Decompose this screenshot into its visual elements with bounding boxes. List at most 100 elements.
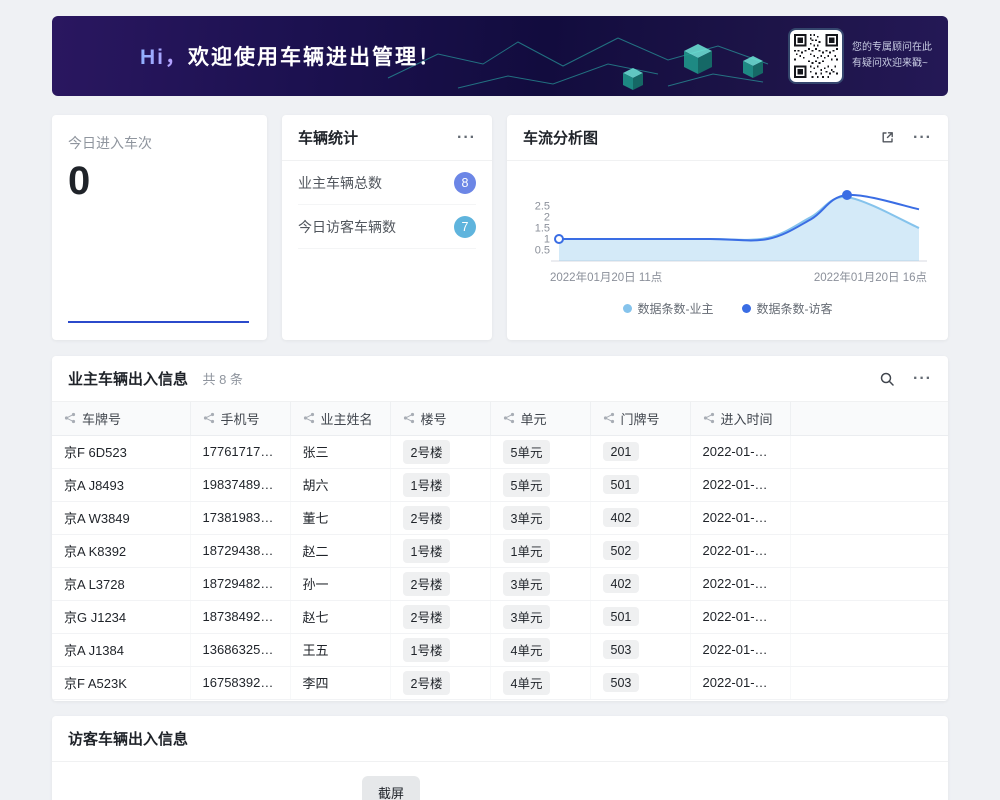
owner-table-count: 共 8 条 [202,372,242,387]
qr-code [790,30,842,82]
column-header-door-number[interactable]: 门牌号 [590,402,690,435]
cell-empty [790,435,948,468]
owner-table-title: 业主车辆出入信息 [68,371,188,388]
tag-value: 5单元 [503,473,551,497]
vehicle-stats-card: 车辆统计 ··· 业主车辆总数8今日访客车辆数7 [282,115,492,340]
svg-text:2022年01月20日 11点: 2022年01月20日 11点 [550,270,662,284]
cell-door-number: 503 [590,666,690,699]
column-label: 门牌号 [621,409,660,428]
tag-value: 4单元 [503,638,551,662]
cell-owner-name: 胡六 [290,468,390,501]
tag-value: 402 [603,508,640,527]
today-entries-title: 今日进入车次 [68,133,251,153]
column-header-unit[interactable]: 单元 [490,402,590,435]
today-underline [68,321,249,323]
cell-owner-name: 张三 [290,435,390,468]
svg-text:2.5: 2.5 [535,201,550,213]
cell-plate-number: 京F A523K [52,666,190,699]
column-header-phone[interactable]: 手机号 [190,402,290,435]
cell-owner-name: 董七 [290,501,390,534]
cell-plate-number: 京A W3849 [52,501,190,534]
cell-phone: 18729482… [190,567,290,600]
column-header-entry-time[interactable]: 进入时间 [690,402,790,435]
table-row: 京A K839218729438…赵二1号楼1单元5022022-01-… [52,534,948,567]
cell-owner-name: 王五 [290,633,390,666]
cell-phone: 16758392… [190,666,290,699]
legend-item[interactable]: 数据条数-访客 [742,300,833,317]
cell-empty [790,567,948,600]
stat-row: 今日访客车辆数7 [298,205,476,249]
tag-value: 3单元 [503,572,551,596]
table-row: 京A J849319837489…胡六 1号楼 5单元 5012022-01-… [52,468,948,501]
more-icon[interactable]: ··· [913,130,932,146]
legend-label: 数据条数-访客 [757,300,833,317]
tag-value: 5单元 [503,440,551,464]
column-label: 业主姓名 [321,409,373,428]
column-header-building[interactable]: 楼号 [390,402,490,435]
stat-count-badge: 8 [454,172,476,194]
cell-phone: 17381983… [190,501,290,534]
cell-door-number: 501 [590,468,690,501]
cell-door-number: 402 [590,567,690,600]
field-type-icon [303,412,315,424]
cell-entry-time: 2022-01-… [690,600,790,633]
cell-building: 2号楼 [390,435,490,468]
legend-dot [623,304,632,313]
more-icon[interactable]: ··· [457,130,476,146]
owner-table-card: 业主车辆出入信息 共 8 条 ··· 车牌号 手机号 业主姓名 楼号 单元 门牌号 进入时间… [52,356,948,701]
column-label: 楼号 [421,409,447,428]
svg-text:1: 1 [544,234,550,246]
cell-phone: 13686325… [190,633,290,666]
screenshot-button[interactable]: 截屏 [362,776,420,800]
column-label: 单元 [521,409,547,428]
column-header-plate-number[interactable]: 车牌号 [52,402,190,435]
legend-item[interactable]: 数据条数-业主 [623,300,714,317]
cell-door-number: 501 [590,600,690,633]
cell-owner-name: 李四 [290,666,390,699]
cell-unit: 4单元 [490,666,590,699]
cell-door-number: 201 [590,435,690,468]
tag-value: 503 [603,673,640,692]
cell-plate-number: 京A J8493 [52,468,190,501]
table-row: 京A W384917381983…董七2号楼3单元4022022-01-… [52,501,948,534]
tag-value: 503 [603,640,640,659]
visitor-table-body: 截屏 [52,762,948,800]
cell-plate-number: 京F 6D523 [52,435,190,468]
column-header-owner-name[interactable]: 业主姓名 [290,402,390,435]
cell-entry-time: 2022-01-… [690,435,790,468]
cell-phone: 18738492… [190,600,290,633]
cell-phone: 19837489… [190,468,290,501]
cell-plate-number: 京A L3728 [52,567,190,600]
field-type-icon [64,412,76,424]
cell-unit: 5单元 [490,468,590,501]
top-cards-row: 今日进入车次 0 车辆统计 ··· 业主车辆总数8今日访客车辆数7 车流分析图 [52,115,948,340]
search-icon[interactable] [879,371,895,387]
field-type-icon [203,412,215,424]
tag-value: 2号楼 [403,671,451,695]
svg-text:2022年01月20日 16点: 2022年01月20日 16点 [814,270,927,284]
cell-unit: 5单元 [490,435,590,468]
tag-value: 201 [603,442,640,461]
table-row: 京A L372818729482…孙一2号楼3单元4022022-01-… [52,567,948,600]
welcome-banner: Hi，欢迎使用车辆进出管理！ [52,16,948,96]
table-row: 京F 6D52317761717…张三2号楼5单元2012022-01-… [52,435,948,468]
table-row: 京A J138413686325…王五1号楼4单元5032022-01-… [52,633,948,666]
cell-building: 2号楼 [390,567,490,600]
cell-unit: 3单元 [490,501,590,534]
table-row: 京F A523K16758392…李四2号楼4单元5032022-01-… [52,666,948,699]
cell-entry-time: 2022-01-… [690,567,790,600]
stats-title: 车辆统计 [298,127,358,148]
more-icon[interactable]: ··· [913,371,932,387]
cell-entry-time: 2022-01-… [690,468,790,501]
cell-door-number: 503 [590,633,690,666]
tag-value: 3单元 [503,506,551,530]
tag-value: 402 [603,574,640,593]
field-type-icon [603,412,615,424]
visitor-table-card: 访客车辆出入信息 截屏 [52,716,948,800]
banner-title: Hi，欢迎使用车辆进出管理！ [140,41,441,71]
column-label: 车牌号 [82,409,121,428]
tag-value: 1号楼 [403,473,451,497]
table-row: 京G J123418738492…赵七2号楼3单元5012022-01-… [52,600,948,633]
banner-greeting-hi: Hi， [140,46,188,69]
open-external-icon[interactable] [880,130,895,145]
